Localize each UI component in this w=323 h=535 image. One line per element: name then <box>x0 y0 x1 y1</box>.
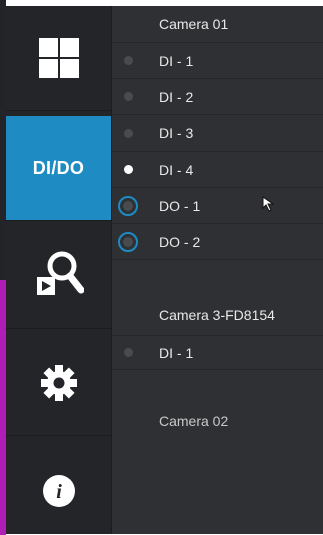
app-window: DI/DO i Camera 01 DI - 1 DI - 2 DI - 3 D… <box>0 0 323 535</box>
di-status-indicator <box>124 92 133 101</box>
di-label: DI - 2 <box>159 88 194 105</box>
camera-header[interactable]: Camera 02 <box>112 370 323 472</box>
di-status-indicator <box>124 128 133 138</box>
di-row[interactable]: DI - 2 <box>112 79 323 115</box>
di-row[interactable]: DI - 1 <box>112 336 323 370</box>
search-playback-icon <box>36 251 84 295</box>
gear-icon <box>40 365 77 401</box>
sidebar-item-search[interactable] <box>6 224 111 329</box>
do-row[interactable]: DO - 2 <box>112 224 323 260</box>
di-label: DI - 4 <box>159 161 194 178</box>
camera-header[interactable]: Camera 01 <box>112 6 323 43</box>
do-toggle[interactable] <box>118 231 138 252</box>
sidebar-item-info[interactable]: i <box>6 438 111 535</box>
di-row[interactable]: DI - 3 <box>112 115 323 152</box>
camera-title: Camera 02 <box>159 413 229 429</box>
di-label: DI - 1 <box>159 52 194 69</box>
camera-header[interactable]: Camera 3-FD8154 <box>112 260 323 336</box>
do-row[interactable]: DO - 1 <box>112 188 323 224</box>
dido-list-panel: Camera 01 DI - 1 DI - 2 DI - 3 DI - 4 DO… <box>111 6 323 534</box>
di-label: DI - 1 <box>159 344 194 361</box>
do-label: DO - 1 <box>159 197 201 214</box>
info-icon: i <box>42 474 75 507</box>
di-status-indicator <box>124 165 133 174</box>
grid-layout-icon <box>38 38 79 78</box>
camera-title: Camera 01 <box>159 16 229 32</box>
di-label: DI - 3 <box>159 125 194 141</box>
svg-text:i: i <box>56 481 62 503</box>
sidebar-item-layout[interactable] <box>6 6 111 111</box>
sidebar: DI/DO i <box>6 6 111 534</box>
sidebar-item-dido[interactable]: DI/DO <box>6 116 111 221</box>
do-toggle[interactable] <box>118 195 138 216</box>
do-label: DO - 2 <box>159 233 201 250</box>
di-status-indicator <box>124 56 133 65</box>
di-row[interactable]: DI - 1 <box>112 43 323 79</box>
di-row[interactable]: DI - 4 <box>112 152 323 188</box>
di-status-indicator <box>124 348 133 357</box>
sidebar-item-settings[interactable] <box>6 331 111 436</box>
camera-title: Camera 3-FD8154 <box>159 307 275 323</box>
sidebar-item-label: DI/DO <box>32 157 85 178</box>
